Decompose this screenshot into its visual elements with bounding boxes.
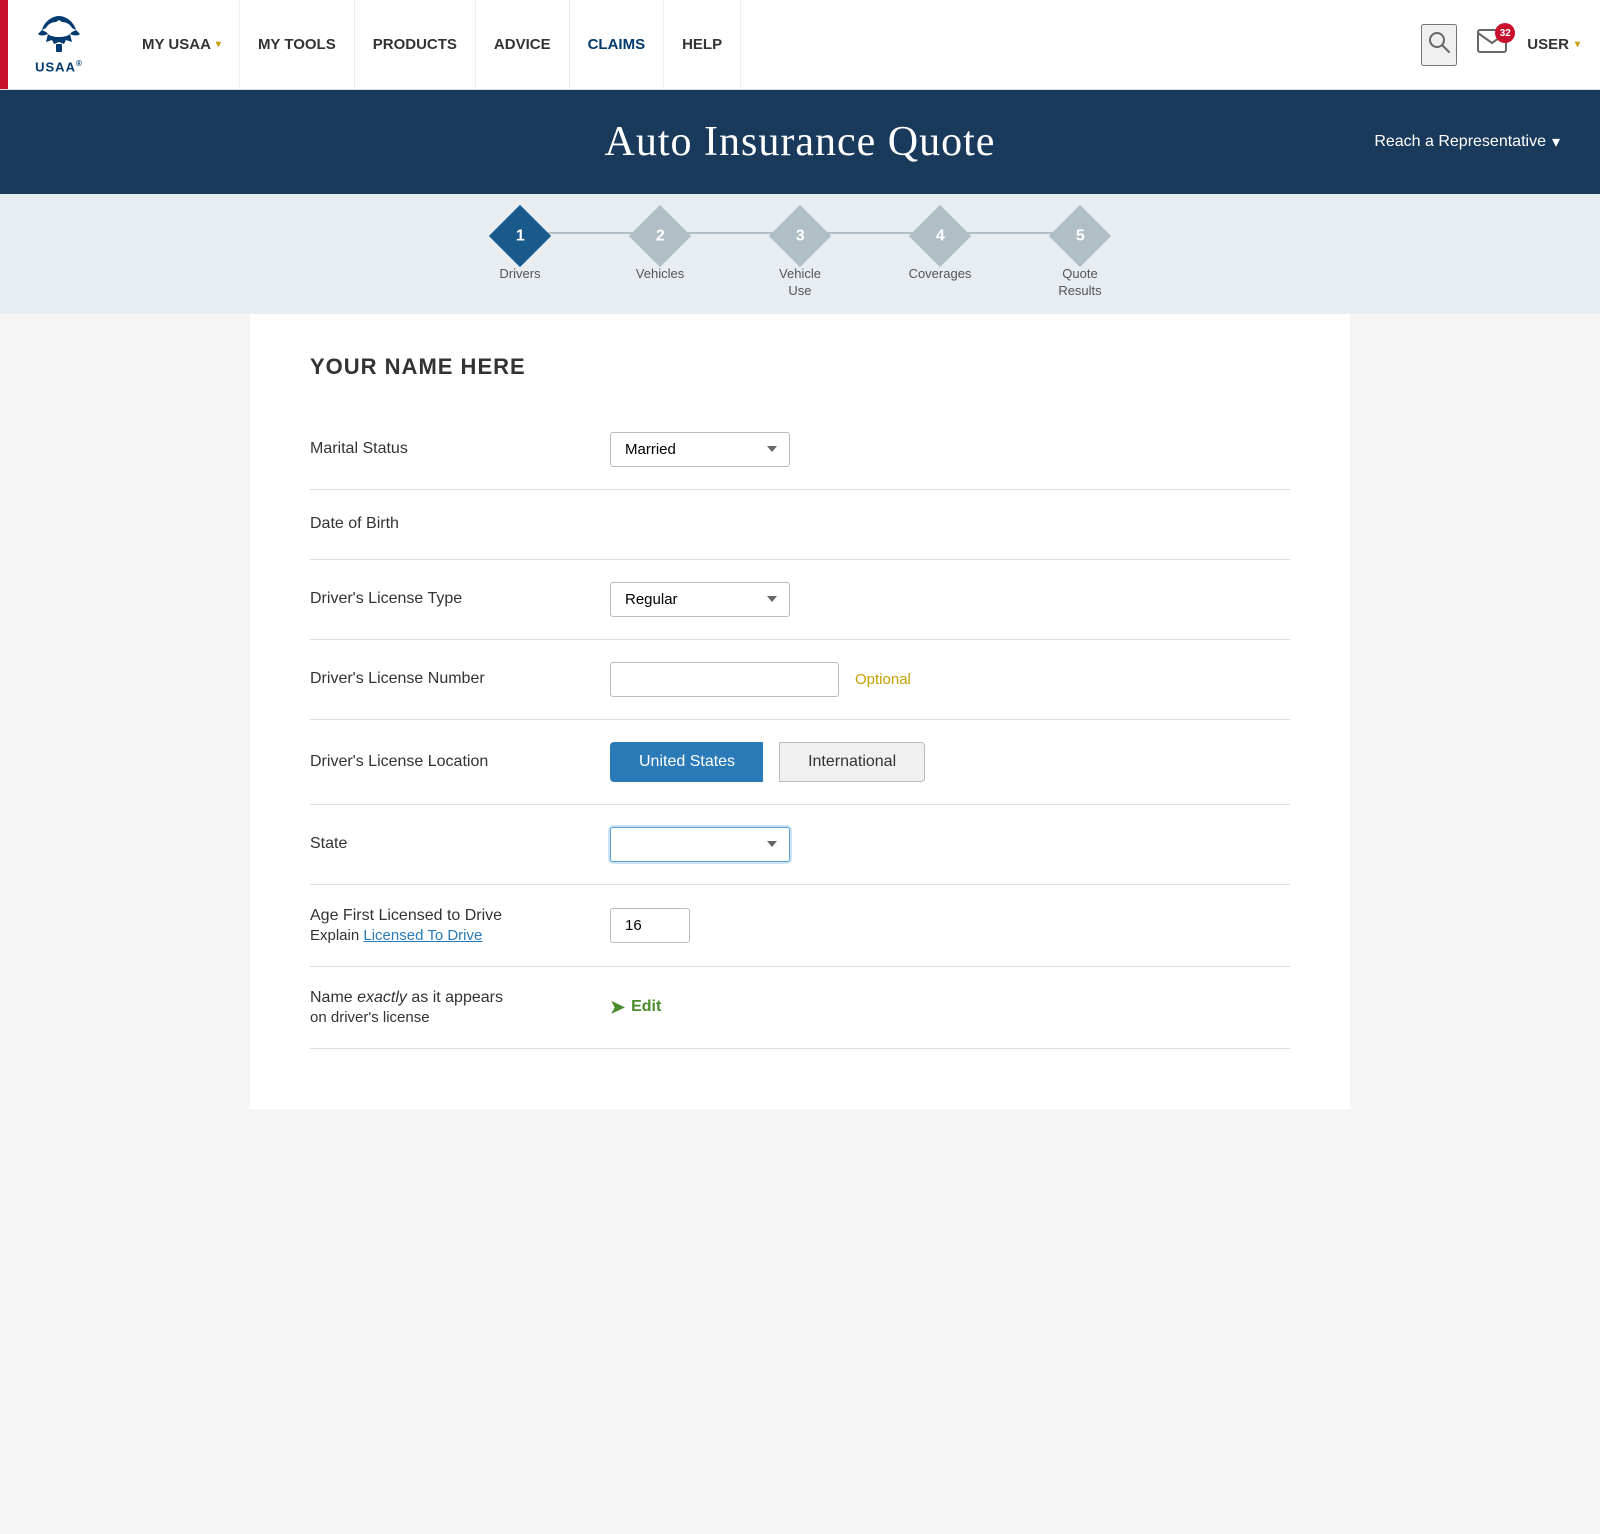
mail-button[interactable]: 32 bbox=[1477, 29, 1507, 60]
nav-accent bbox=[0, 0, 8, 89]
license-type-select[interactable]: Regular CDL Learner's Permit Internation… bbox=[610, 582, 790, 617]
international-license-button[interactable]: International bbox=[779, 742, 925, 782]
license-number-row: Driver's License Number Optional bbox=[310, 640, 1290, 720]
main-form: YOUR NAME HERE Marital Status Married Si… bbox=[250, 314, 1350, 1109]
step-4-coverages[interactable]: 4 Coverages bbox=[870, 214, 1010, 283]
license-location-field: United States International bbox=[610, 742, 1290, 782]
step-4-diamond[interactable]: 4 bbox=[909, 205, 971, 267]
state-row: State Alabama Alaska Arizona California … bbox=[310, 805, 1290, 885]
step-3-vehicle-use[interactable]: 3 VehicleUse bbox=[730, 214, 870, 300]
edit-arrow-icon: ➤ bbox=[610, 997, 625, 1018]
step-5-quote-results[interactable]: 5 QuoteResults bbox=[1010, 214, 1150, 300]
nav-item-help[interactable]: HELP bbox=[664, 0, 741, 90]
us-license-button[interactable]: United States bbox=[610, 742, 763, 782]
date-of-birth-label: Date of Birth bbox=[310, 515, 610, 533]
progress-steps: 1 Drivers 2 Vehicles 3 VehicleUse 4 Cove… bbox=[0, 194, 1600, 314]
marital-status-row: Marital Status Married Single Divorced W… bbox=[310, 410, 1290, 490]
nav-item-products[interactable]: PRODUCTS bbox=[355, 0, 476, 90]
user-menu[interactable]: USER ▾ bbox=[1527, 36, 1580, 53]
nav-links: MY USAA ▾ MY TOOLS PRODUCTS ADVICE CLAIM… bbox=[124, 0, 1421, 90]
age-licensed-label-group: Age First Licensed to Drive Explain Lice… bbox=[310, 907, 610, 944]
age-licensed-field bbox=[610, 908, 1290, 943]
name-on-license-field: ➤ Edit bbox=[610, 997, 1290, 1018]
mail-badge: 32 bbox=[1495, 23, 1515, 43]
license-number-label: Driver's License Number bbox=[310, 670, 610, 688]
name-on-license-label: Name exactly as it appears bbox=[310, 989, 610, 1007]
navigation-bar: USAA® MY USAA ▾ MY TOOLS PRODUCTS ADVICE… bbox=[0, 0, 1600, 90]
age-licensed-row: Age First Licensed to Drive Explain Lice… bbox=[310, 885, 1290, 967]
page-header: Auto Insurance Quote Reach a Representat… bbox=[0, 90, 1600, 194]
state-select[interactable]: Alabama Alaska Arizona California Texas bbox=[610, 827, 790, 862]
nav-item-my-tools[interactable]: MY TOOLS bbox=[240, 0, 355, 90]
license-location-label: Driver's License Location bbox=[310, 753, 610, 771]
reach-rep-chevron-icon: ▾ bbox=[1552, 132, 1560, 152]
license-type-label: Driver's License Type bbox=[310, 590, 610, 608]
name-on-license-label-group: Name exactly as it appears on driver's l… bbox=[310, 989, 610, 1026]
marital-status-select[interactable]: Married Single Divorced Widowed bbox=[610, 432, 790, 467]
step-3-diamond[interactable]: 3 bbox=[769, 205, 831, 267]
age-licensed-sub-label: Explain Licensed To Drive bbox=[310, 927, 610, 944]
date-of-birth-row: Date of Birth bbox=[310, 490, 1290, 560]
license-location-row: Driver's License Location United States … bbox=[310, 720, 1290, 805]
step-2-diamond[interactable]: 2 bbox=[629, 205, 691, 267]
reach-representative-button[interactable]: Reach a Representative ▾ bbox=[1374, 132, 1560, 152]
name-on-license-row: Name exactly as it appears on driver's l… bbox=[310, 967, 1290, 1049]
nav-right-actions: 32 USER ▾ bbox=[1421, 24, 1580, 66]
license-type-field: Regular CDL Learner's Permit Internation… bbox=[610, 582, 1290, 617]
logo-icon bbox=[34, 14, 84, 59]
search-button[interactable] bbox=[1421, 24, 1457, 66]
licensed-to-drive-link[interactable]: Licensed To Drive bbox=[363, 927, 482, 944]
chevron-down-icon: ▾ bbox=[216, 39, 221, 50]
edit-name-button[interactable]: ➤ Edit bbox=[610, 997, 661, 1018]
user-chevron-icon: ▾ bbox=[1575, 39, 1580, 50]
logo[interactable]: USAA® bbox=[34, 14, 84, 74]
name-on-license-sublabel: on driver's license bbox=[310, 1009, 610, 1026]
driver-name-heading: YOUR NAME HERE bbox=[310, 354, 1290, 380]
marital-status-field: Married Single Divorced Widowed bbox=[610, 432, 1290, 467]
step-2-vehicles[interactable]: 2 Vehicles bbox=[590, 214, 730, 283]
license-type-row: Driver's License Type Regular CDL Learne… bbox=[310, 560, 1290, 640]
age-licensed-main-label: Age First Licensed to Drive bbox=[310, 907, 610, 925]
license-number-input[interactable] bbox=[610, 662, 839, 697]
step-5-diamond[interactable]: 5 bbox=[1049, 205, 1111, 267]
age-licensed-input[interactable] bbox=[610, 908, 690, 943]
state-field: Alabama Alaska Arizona California Texas bbox=[610, 827, 1290, 862]
nav-item-claims[interactable]: CLAIMS bbox=[570, 0, 665, 90]
marital-status-label: Marital Status bbox=[310, 440, 610, 458]
step-1-drivers[interactable]: 1 Drivers bbox=[450, 214, 590, 283]
logo-wordmark: USAA® bbox=[35, 59, 83, 74]
state-label: State bbox=[310, 835, 610, 853]
step-5-label: QuoteResults bbox=[1058, 266, 1101, 300]
step-1-diamond[interactable]: 1 bbox=[489, 205, 551, 267]
license-number-field: Optional bbox=[610, 662, 1290, 697]
page-title: Auto Insurance Quote bbox=[605, 118, 996, 166]
optional-badge: Optional bbox=[855, 671, 911, 688]
nav-item-advice[interactable]: ADVICE bbox=[476, 0, 570, 90]
step-3-label: VehicleUse bbox=[779, 266, 821, 300]
nav-item-my-usaa[interactable]: MY USAA ▾ bbox=[124, 0, 240, 90]
